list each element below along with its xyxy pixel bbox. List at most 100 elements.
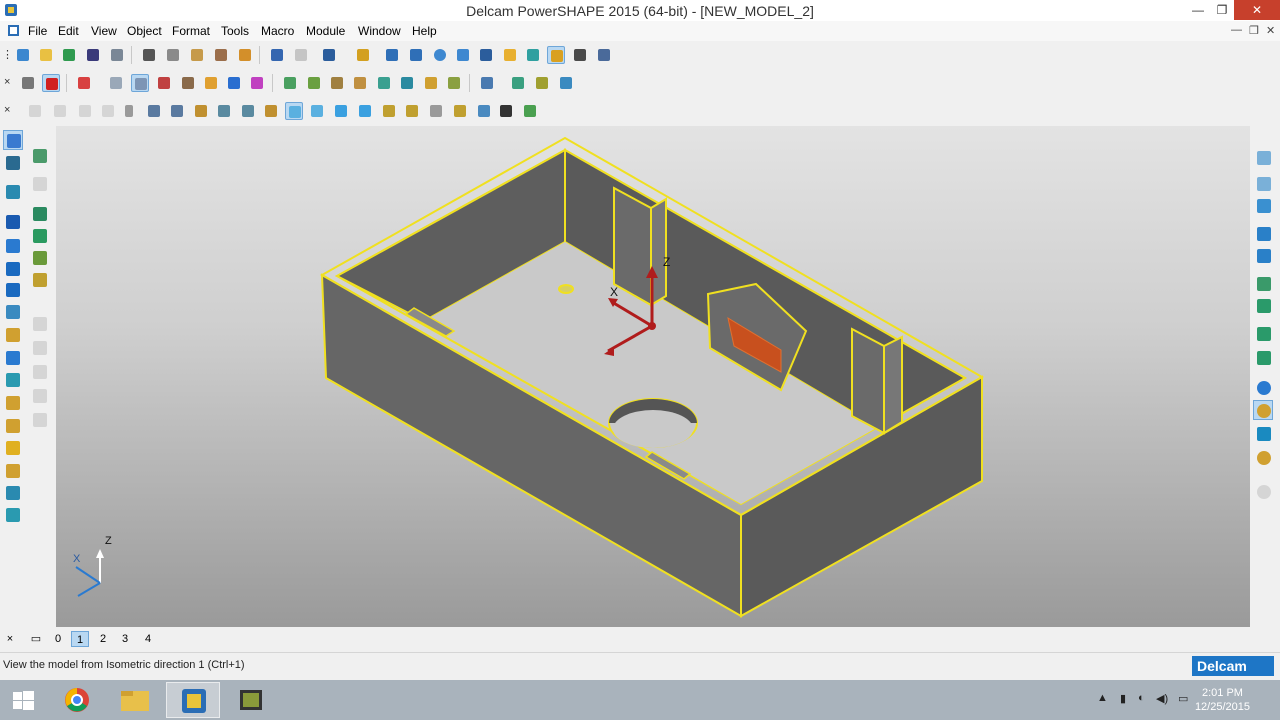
chrome-taskbar-button[interactable] [50, 682, 104, 718]
open-model-button[interactable] [37, 46, 55, 64]
curve-tool-button[interactable] [3, 280, 23, 300]
zoom-fit-icon[interactable] [1254, 296, 1274, 316]
view-box-button[interactable] [521, 102, 539, 120]
solid-tool-5-button[interactable] [375, 74, 393, 92]
mdi-restore-button[interactable]: ❐ [1249, 24, 1259, 37]
sub-tool-3-button[interactable] [30, 204, 50, 224]
toolbar-close-icon[interactable]: × [4, 76, 10, 88]
view-top-button[interactable] [332, 102, 350, 120]
wireframe-button[interactable] [155, 74, 173, 92]
add-button[interactable] [75, 74, 93, 92]
drape-button[interactable] [179, 74, 197, 92]
volume-icon[interactable]: ◀) [1156, 692, 1168, 705]
surface-button[interactable] [501, 46, 519, 64]
taskbar-clock[interactable]: 2:01 PM 12/25/2015 [1195, 686, 1250, 714]
solid-tool-1-button[interactable] [281, 74, 299, 92]
sketch-button[interactable] [320, 46, 338, 64]
revolve-tool-button[interactable] [3, 325, 23, 345]
fillet-tool-button[interactable] [3, 393, 23, 413]
import-button[interactable] [60, 46, 78, 64]
print-button[interactable] [108, 46, 126, 64]
action-center-icon[interactable]: ▭ [1178, 692, 1188, 705]
levels-close-icon[interactable]: × [1, 631, 19, 647]
solid-tool-6-button[interactable] [398, 74, 416, 92]
delete-button[interactable] [236, 46, 254, 64]
view-back-button[interactable] [427, 102, 445, 120]
toolbar-close-icon[interactable]: × [4, 104, 10, 116]
view-cube-3-icon[interactable] [1254, 196, 1274, 216]
shaded-view-button[interactable] [107, 74, 125, 92]
menu-edit[interactable]: Edit [58, 24, 79, 38]
view-front-button[interactable] [356, 102, 374, 120]
menu-macro[interactable]: Macro [261, 24, 294, 38]
line-button[interactable] [383, 46, 401, 64]
thicken-tool-button[interactable] [3, 461, 23, 481]
powershape-taskbar-button[interactable] [166, 682, 220, 718]
eraser-button[interactable] [212, 46, 230, 64]
level-0[interactable]: 0 [49, 631, 67, 647]
select-arrow-button[interactable] [122, 102, 140, 120]
view-tool-6-button[interactable] [262, 102, 280, 120]
sub-tool-1-button[interactable] [30, 146, 50, 166]
toolbar-grip[interactable]: ⋮ [2, 48, 13, 61]
level-1[interactable]: 1 [71, 631, 89, 647]
view-tool-2-button[interactable] [168, 102, 186, 120]
menu-window[interactable]: Window [358, 24, 401, 38]
view-left-button[interactable] [403, 102, 421, 120]
shell-tool-button[interactable] [3, 438, 23, 458]
text-button[interactable] [477, 46, 495, 64]
levels-edit-icon[interactable]: ▭ [25, 631, 47, 647]
start-button[interactable] [0, 682, 48, 718]
copy-button[interactable] [164, 46, 182, 64]
solid-tool-10-button[interactable] [509, 74, 527, 92]
menu-tools[interactable]: Tools [221, 24, 249, 38]
maximize-button[interactable]: ❐ [1208, 0, 1236, 20]
view-tool-1-button[interactable] [145, 102, 163, 120]
mdi-minimize-button[interactable]: — [1231, 24, 1242, 36]
document-icon[interactable] [7, 24, 20, 37]
view-tool-4-button[interactable] [215, 102, 233, 120]
camera-app-taskbar-button[interactable] [224, 682, 278, 718]
isometric-view-1-button[interactable] [285, 102, 303, 120]
pan-icon[interactable] [1254, 324, 1274, 344]
menu-format[interactable]: Format [172, 24, 210, 38]
solid-button[interactable] [524, 46, 542, 64]
view-cube-2-icon[interactable] [1254, 174, 1274, 194]
view-tool-5-button[interactable] [239, 102, 257, 120]
paste-button[interactable] [188, 46, 206, 64]
battery-icon[interactable]: ▮ [1120, 692, 1126, 705]
solid-tool-7-button[interactable] [422, 74, 440, 92]
electrode-button[interactable] [547, 46, 565, 64]
view-zoom-button[interactable] [497, 102, 515, 120]
circle-button[interactable] [431, 46, 449, 64]
save-button[interactable] [84, 46, 102, 64]
drill-tool-button[interactable] [3, 348, 23, 368]
surface-tool-button[interactable] [3, 182, 23, 202]
solid-tool-button[interactable] [3, 236, 23, 256]
level-4[interactable]: 4 [139, 631, 157, 647]
solid-tool-9-button[interactable] [478, 74, 496, 92]
level-3[interactable]: 3 [116, 631, 134, 647]
view-iso-cube-icon[interactable] [1254, 148, 1274, 168]
menu-help[interactable]: Help [412, 24, 437, 38]
multi-colour-button[interactable] [248, 74, 266, 92]
show-hidden-icons-icon[interactable]: ▲ [1097, 692, 1108, 704]
sub-tool-4-button[interactable] [30, 226, 50, 246]
box-view-button[interactable] [225, 74, 243, 92]
workplane-tool-button[interactable] [3, 212, 23, 232]
redo-button[interactable] [292, 46, 310, 64]
solid-tool-3-button[interactable] [328, 74, 346, 92]
shaded-sphere-icon[interactable] [1253, 400, 1273, 420]
menu-object[interactable]: Object [127, 24, 162, 38]
view-tool-3-button[interactable] [192, 102, 210, 120]
view-right-button[interactable] [380, 102, 398, 120]
shaded-wire-button[interactable] [131, 74, 149, 92]
solid-tool-4-button[interactable] [351, 74, 369, 92]
file-explorer-taskbar-button[interactable] [108, 682, 162, 718]
curve-button[interactable] [454, 46, 472, 64]
select-tool-button[interactable] [3, 130, 23, 150]
level-2[interactable]: 2 [94, 631, 112, 647]
menu-file[interactable]: File [28, 24, 47, 38]
mdi-close-button[interactable]: ✕ [1266, 24, 1275, 37]
wireframe-tool-button[interactable] [3, 153, 23, 173]
